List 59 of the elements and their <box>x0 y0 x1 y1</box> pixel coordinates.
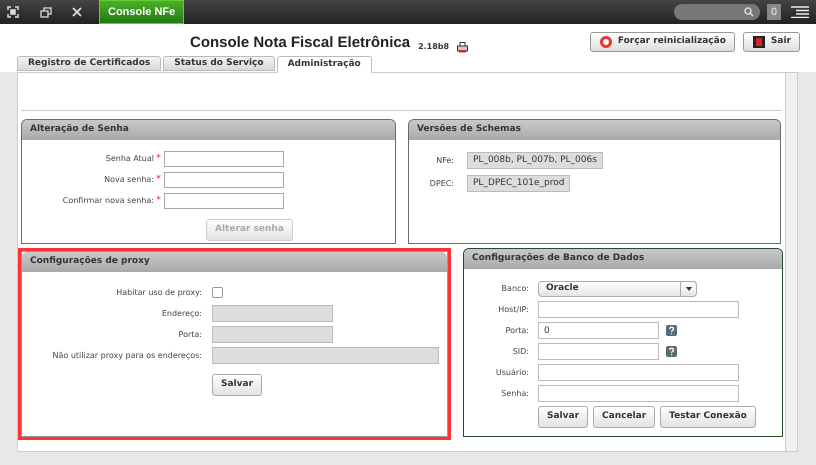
tab[interactable]: Registro de Certificados <box>17 56 162 71</box>
close-icon[interactable] <box>72 7 82 17</box>
password-field[interactable] <box>164 192 284 208</box>
field-label: Porta: <box>504 324 529 336</box>
text-field[interactable] <box>538 385 739 402</box>
scrollbar[interactable] <box>785 73 797 451</box>
field-label: Habitar uso de proxy: <box>115 286 202 298</box>
tab[interactable]: Administração <box>276 56 372 73</box>
field-label: Não utilizar proxy para os endereços: <box>52 350 202 362</box>
panel-title: Configurações de Banco de Dados <box>464 249 782 269</box>
panel-title: Versões de Schemas <box>409 120 780 140</box>
search-icon <box>744 7 756 17</box>
field-label: Endereço: <box>160 308 202 320</box>
text-field[interactable] <box>538 301 739 318</box>
field-label: DPEC: <box>428 178 454 190</box>
menu-icon[interactable] <box>790 6 810 18</box>
form-button[interactable]: Testar Conexão <box>660 406 756 428</box>
required-marker: * <box>156 194 162 208</box>
required-marker: * <box>156 152 162 166</box>
page-title: Console Nota Fiscal Eletrônica <box>190 33 410 53</box>
app-tab[interactable]: Console NFe <box>99 0 184 24</box>
printer-icon[interactable] <box>457 42 468 52</box>
dropdown-caret-icon <box>686 286 692 290</box>
help-icon[interactable] <box>666 346 677 357</box>
field-label: Senha Atual <box>104 152 154 164</box>
required-marker: * <box>156 173 162 187</box>
help-icon[interactable] <box>666 325 677 336</box>
form-button[interactable]: Cancelar <box>593 406 656 428</box>
field-label: Nova senha: <box>103 174 154 186</box>
text-field[interactable] <box>538 364 739 381</box>
checkbox[interactable] <box>212 287 223 298</box>
field-label: Banco: <box>500 282 529 294</box>
tab[interactable]: Status do Serviço <box>163 56 275 71</box>
field-label: NFe: <box>435 154 454 166</box>
exit-door-icon <box>752 35 766 49</box>
field-label: Host/IP: <box>497 304 529 316</box>
restore-window-icon[interactable] <box>40 6 52 18</box>
form-button[interactable]: Salvar <box>538 406 588 428</box>
field-label: Porta: <box>178 328 202 340</box>
schema-version-field: PL_DPEC_101e_prod <box>467 175 570 192</box>
password-field[interactable] <box>164 150 284 166</box>
restart-icon <box>598 35 613 49</box>
field-label: Confirmar nova senha: <box>62 194 154 206</box>
field-label: Senha: <box>500 388 529 400</box>
password-field[interactable] <box>164 172 284 188</box>
field-label: Usuário: <box>494 366 529 378</box>
schema-version-field: PL_008b, PL_007b, PL_006s <box>467 152 603 169</box>
exit-button[interactable]: Sair <box>742 32 800 52</box>
database-dropdown[interactable]: Oracle <box>538 280 697 296</box>
save-button[interactable]: Salvar <box>212 374 262 396</box>
restart-button[interactable]: Forçar reinicialização <box>590 32 735 52</box>
search-field[interactable] <box>674 4 760 20</box>
text-field[interactable]: 0 <box>538 322 659 339</box>
version-label: 2.18b8 <box>418 40 450 52</box>
panel-title: Configurações de proxy <box>22 252 447 272</box>
fullscreen-icon[interactable] <box>7 6 19 18</box>
field-label: SID: <box>512 346 529 358</box>
panel-title: Alteração de Senha <box>22 120 395 140</box>
text-field[interactable] <box>538 343 659 360</box>
